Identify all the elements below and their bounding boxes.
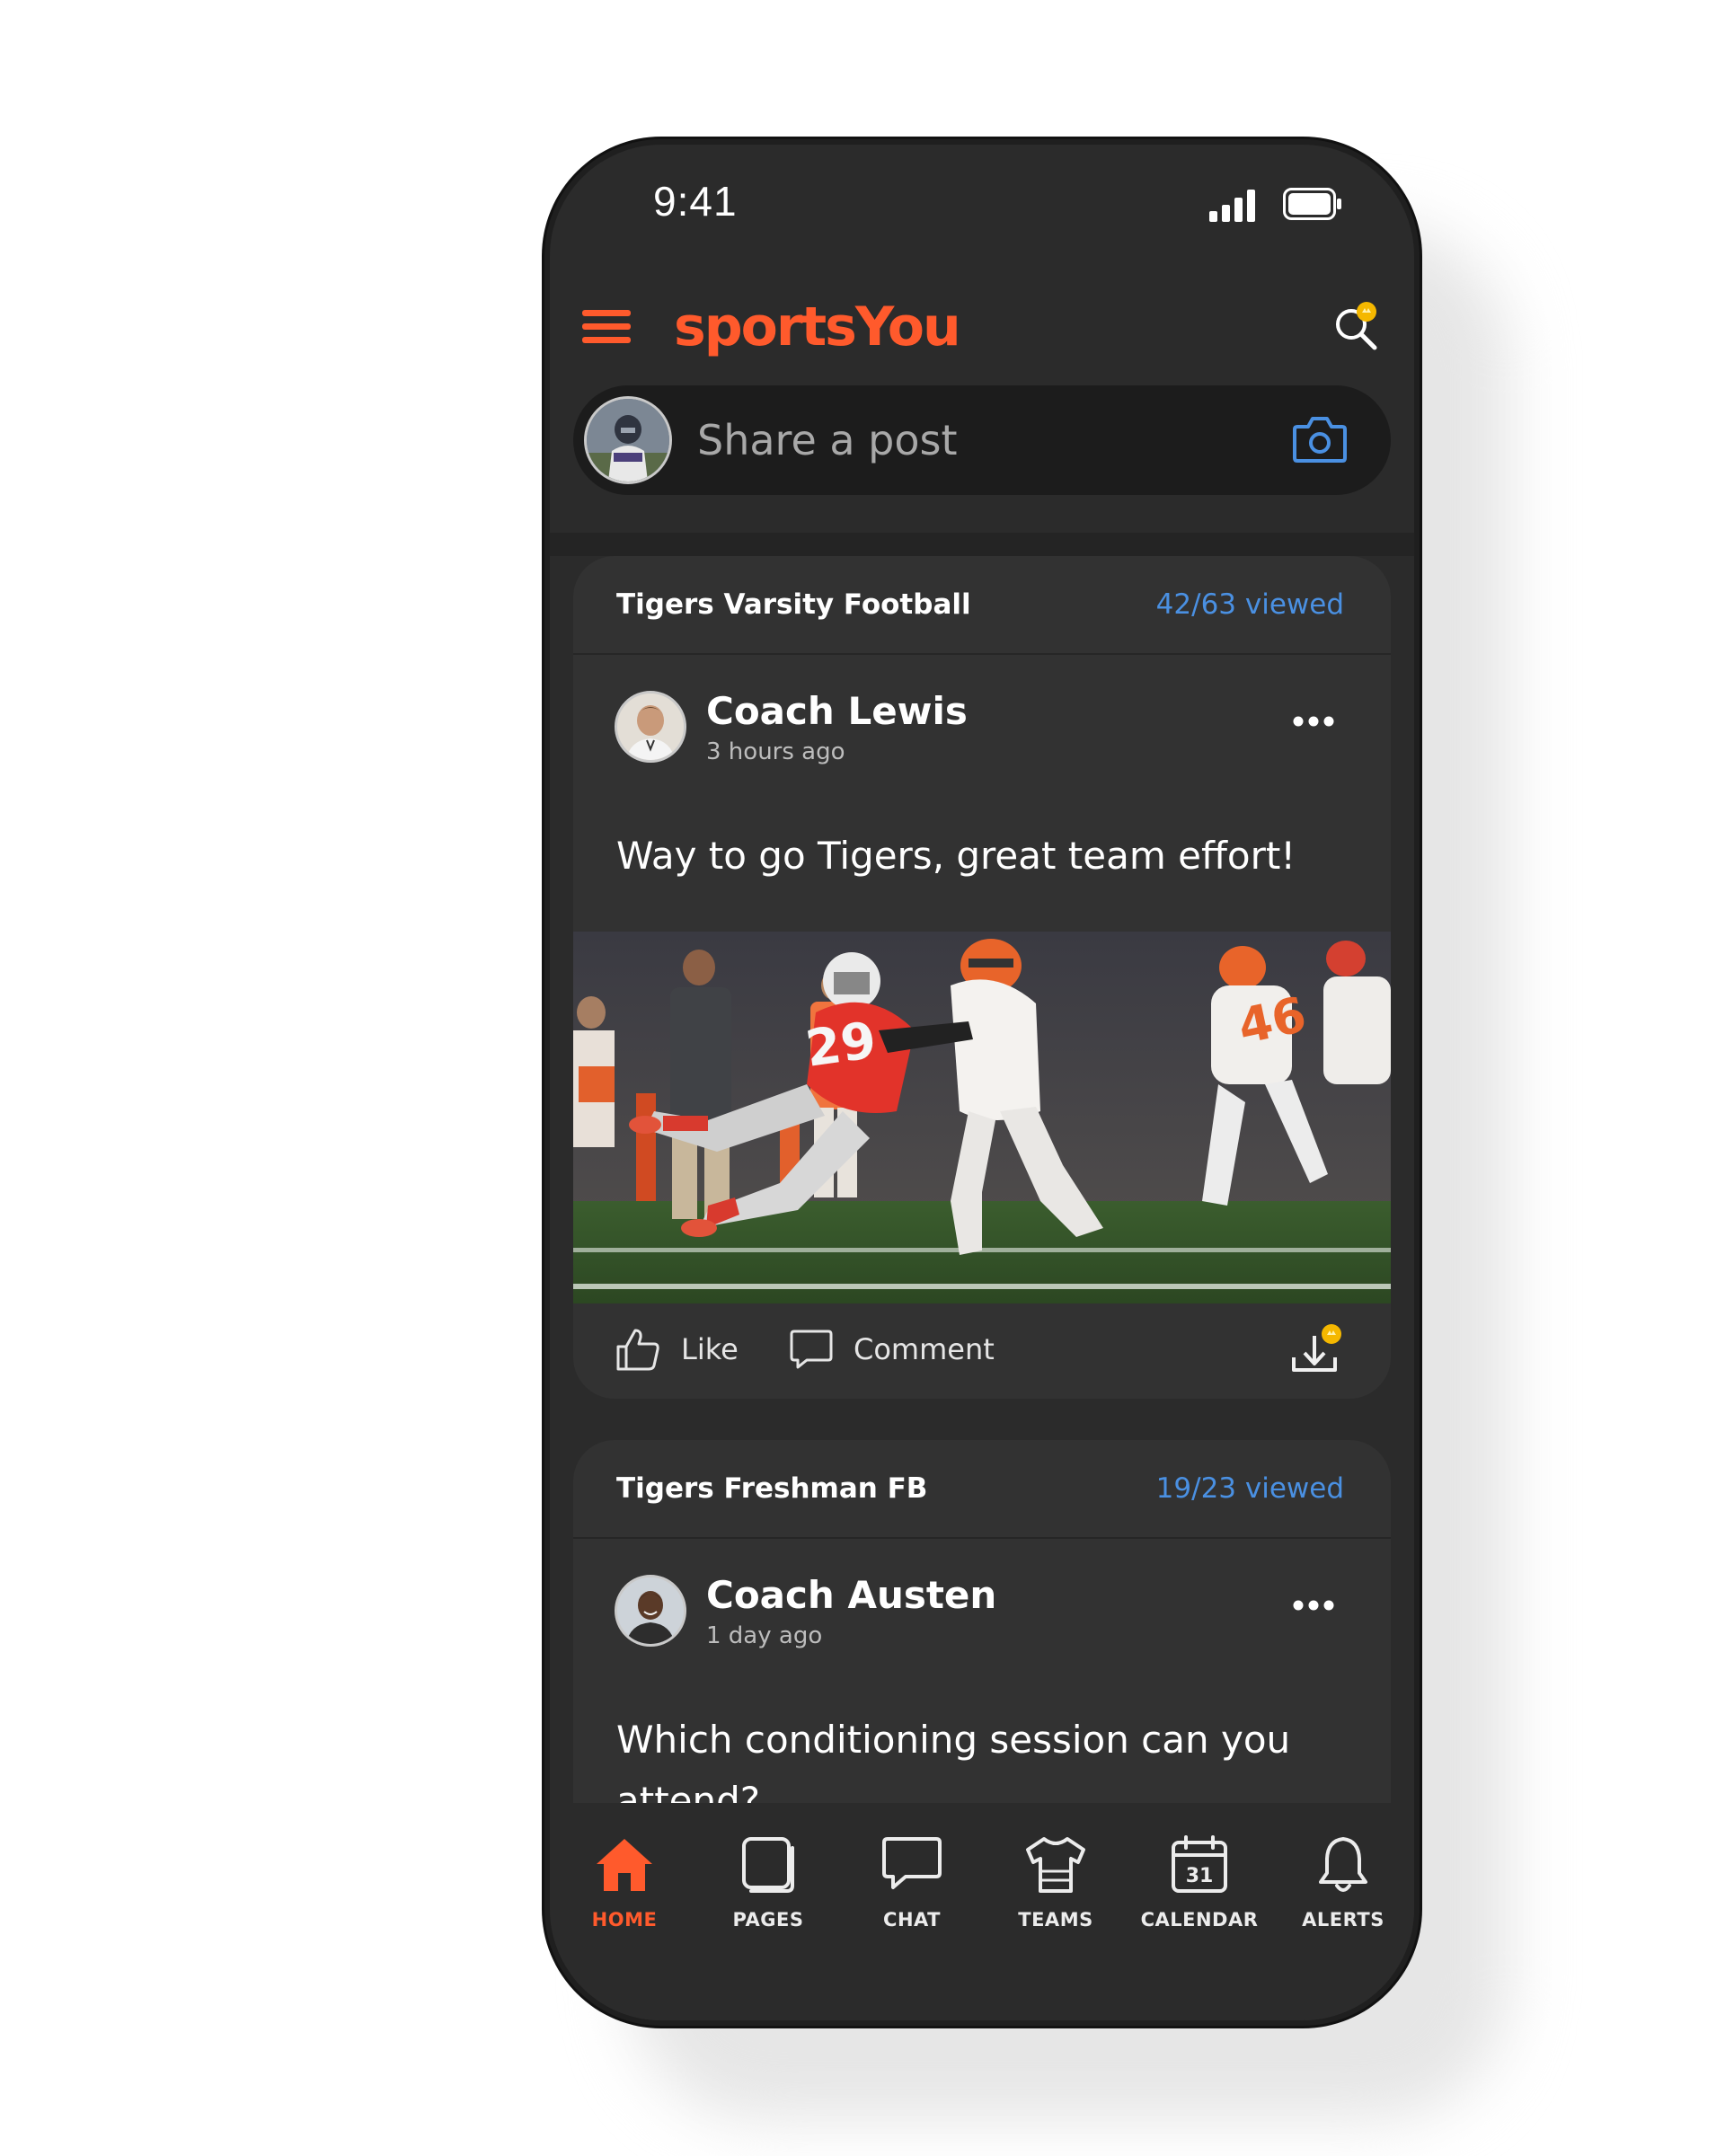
- nav-label: CALENDAR: [1140, 1909, 1259, 1931]
- nav-chat[interactable]: CHAT: [845, 1803, 979, 1938]
- nav-label: HOME: [591, 1909, 658, 1931]
- nav-label: CHAT: [883, 1909, 941, 1931]
- app-screen: 9:41 sportsYou Share a post Tigers Varsi…: [550, 145, 1414, 2020]
- like-label: Like: [681, 1332, 739, 1366]
- more-options-icon[interactable]: [1292, 1598, 1335, 1613]
- nav-pages[interactable]: PAGES: [701, 1803, 836, 1938]
- team-name[interactable]: Tigers Varsity Football: [616, 588, 971, 621]
- comment-button[interactable]: Comment: [789, 1325, 995, 1374]
- comment-icon: [790, 1330, 833, 1369]
- post-card-header: Tigers Varsity Football 42/63 viewed: [573, 556, 1391, 655]
- more-options-icon[interactable]: [1292, 714, 1335, 729]
- thumbs-up-icon: [616, 1329, 659, 1371]
- post-timestamp: 1 day ago: [706, 1622, 823, 1649]
- jersey-icon: [1026, 1837, 1085, 1893]
- status-time: 9:41: [653, 178, 738, 225]
- bell-icon: [1319, 1837, 1367, 1892]
- nav-teams[interactable]: TEAMS: [988, 1803, 1123, 1938]
- pages-icon: [742, 1837, 794, 1893]
- bottom-nav: HOME PAGES CHAT TEAMS 31 CALENDAR ALERTS: [550, 1803, 1414, 2020]
- nav-label: TEAMS: [1018, 1909, 1093, 1931]
- nav-label: PAGES: [732, 1909, 804, 1931]
- user-avatar[interactable]: [584, 396, 672, 484]
- post-timestamp: 3 hours ago: [706, 738, 845, 765]
- post-image[interactable]: 46 29: [573, 932, 1391, 1303]
- post-card: Tigers Varsity Football 42/63 viewed Coa…: [573, 556, 1391, 1399]
- author-avatar[interactable]: [615, 1575, 686, 1647]
- calendar-day: 31: [1186, 1865, 1214, 1887]
- home-icon: [597, 1839, 652, 1891]
- calendar-icon: 31: [1172, 1835, 1227, 1893]
- signal-icon: [1209, 190, 1255, 222]
- camera-icon[interactable]: [1292, 414, 1348, 464]
- menu-icon[interactable]: [582, 308, 631, 346]
- share-post-bar[interactable]: Share a post: [573, 385, 1391, 495]
- svg-text:29: 29: [802, 1012, 880, 1079]
- post-text: Way to go Tigers, great team effort!: [616, 834, 1296, 878]
- share-post-placeholder[interactable]: Share a post: [697, 416, 958, 464]
- author-name[interactable]: Coach Austen: [706, 1573, 996, 1617]
- download-icon[interactable]: [1288, 1323, 1346, 1377]
- viewed-count[interactable]: 42/63 viewed: [1156, 588, 1344, 621]
- battery-icon: [1283, 188, 1341, 220]
- team-name[interactable]: Tigers Freshman FB: [616, 1472, 927, 1505]
- search-icon[interactable]: [1330, 299, 1384, 353]
- comment-label: Comment: [854, 1332, 995, 1366]
- feed-divider: [550, 533, 1414, 556]
- viewed-count[interactable]: 19/23 viewed: [1156, 1472, 1344, 1505]
- post-card-header: Tigers Freshman FB 19/23 viewed: [573, 1440, 1391, 1539]
- chat-icon: [882, 1837, 942, 1889]
- nav-alerts[interactable]: ALERTS: [1276, 1803, 1411, 1938]
- author-name[interactable]: Coach Lewis: [706, 689, 968, 733]
- author-avatar[interactable]: [615, 691, 686, 763]
- nav-calendar[interactable]: 31 CALENDAR: [1132, 1803, 1267, 1938]
- phone-frame: 9:41 sportsYou Share a post Tigers Varsi…: [544, 139, 1420, 2026]
- nav-label: ALERTS: [1302, 1909, 1384, 1931]
- brand-logo: sportsYou: [674, 296, 961, 358]
- like-button[interactable]: Like: [615, 1325, 739, 1374]
- nav-home[interactable]: HOME: [557, 1803, 692, 1938]
- post-actions: Like Comment: [573, 1303, 1391, 1399]
